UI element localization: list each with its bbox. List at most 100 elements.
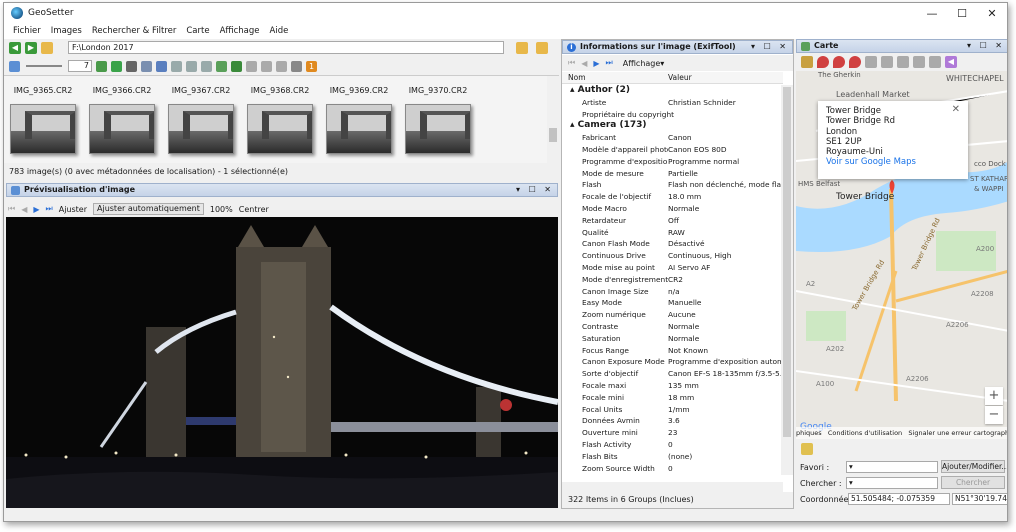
sort-icon[interactable] <box>126 60 137 72</box>
thumbnail-image[interactable] <box>405 104 471 154</box>
table-row[interactable]: Flash Flash non déclenché, mode flash fo <box>562 179 783 191</box>
pin-add-icon[interactable] <box>849 56 861 68</box>
table-row[interactable]: Mode de mesure Partielle <box>562 168 783 180</box>
forward-arrow-icon[interactable]: ▶ <box>25 42 37 54</box>
undo-icon[interactable] <box>246 60 257 72</box>
table-row[interactable]: Fabricant Canon <box>562 132 783 144</box>
table-row[interactable]: Focale maxi 135 mm <box>562 380 783 392</box>
table-row[interactable]: Ouverture mini 23 <box>562 427 783 439</box>
thumbnail-image[interactable] <box>247 104 313 154</box>
set-position-icon[interactable] <box>833 56 845 68</box>
maximize-button[interactable]: ☐ <box>947 3 977 23</box>
pin-remove-icon[interactable] <box>865 56 877 68</box>
view-menu-button[interactable]: Affichage <box>623 59 661 68</box>
back-arrow-icon[interactable]: ◀ <box>9 42 21 54</box>
column-name[interactable]: Nom <box>568 72 586 84</box>
thumbnail-image[interactable] <box>89 104 155 154</box>
table-row[interactable]: Zoom numérique Aucune <box>562 309 783 321</box>
group-header-author[interactable]: ▴ Author (2) <box>562 85 783 97</box>
search-zoom-out-icon[interactable] <box>929 56 941 68</box>
next-record-icon[interactable]: ▶ <box>593 59 599 68</box>
terms-link[interactable]: Conditions d'utilisation <box>828 429 902 437</box>
report-error-link[interactable]: Signaler une erreur cartographique <box>908 429 1007 437</box>
thumbnail-item[interactable]: IMG_9367.CR2 <box>164 76 238 164</box>
thumbnail-item[interactable]: IMG_9365.CR2 <box>6 76 80 164</box>
copy-icon[interactable] <box>171 60 182 72</box>
table-row[interactable]: Programme d'exposition Programme normal <box>562 156 783 168</box>
add-favorite-button[interactable]: Ajouter/Modifier... <box>941 460 1007 473</box>
thumbnail-item[interactable]: IMG_9369.CR2 <box>322 76 396 164</box>
redo-icon[interactable] <box>261 60 272 72</box>
save-icon[interactable] <box>276 60 287 72</box>
menu-file[interactable]: Fichier <box>8 26 46 36</box>
edit-data-icon[interactable] <box>156 60 167 72</box>
thumbnail-item[interactable]: IMG_9368.CR2 <box>243 76 317 164</box>
table-row[interactable]: Saturation Normale <box>562 333 783 345</box>
table-row[interactable]: Artiste Christian Schnider <box>562 97 783 109</box>
favorite-select[interactable]: ▾ <box>846 461 938 473</box>
table-row[interactable]: Flash Activity 0 <box>562 439 783 451</box>
collapse-icon[interactable]: ▴ <box>570 85 578 95</box>
google-maps-link[interactable]: Voir sur Google Maps <box>826 157 916 167</box>
zoom-out-button[interactable]: − <box>985 406 1003 424</box>
folder-icon[interactable] <box>41 42 53 54</box>
map-view[interactable]: WHITECHAPEL Leadenhall Market The Gherki… <box>796 71 1007 439</box>
table-row[interactable]: Focal Units 1/mm <box>562 404 783 416</box>
prev-image-icon[interactable]: ◀ <box>21 205 27 214</box>
thumbnail-image[interactable] <box>326 104 392 154</box>
thumbnail-size-slider[interactable] <box>26 65 62 67</box>
table-row[interactable]: Propriétaire du copyright <box>562 109 783 121</box>
coords-dms-field[interactable]: N51°30'19.74" <box>952 493 1007 505</box>
thumbnail-size-spinner[interactable]: 7 <box>68 60 92 72</box>
paste-special-icon[interactable] <box>201 60 212 72</box>
preview-image[interactable] <box>6 217 558 508</box>
table-row[interactable]: Qualité RAW <box>562 227 783 239</box>
pin-icon[interactable] <box>817 56 829 68</box>
folder-path-input[interactable]: F:\London 2017 <box>68 41 504 54</box>
sync-icon[interactable] <box>216 60 227 72</box>
auto-fit-button[interactable]: Ajuster automatiquement <box>93 203 204 215</box>
info-icon[interactable]: 1 <box>306 60 317 72</box>
table-row[interactable]: Focus Range Not Known <box>562 345 783 357</box>
favorites-folder-icon[interactable] <box>516 42 528 54</box>
table-row[interactable]: Retardateur Off <box>562 215 783 227</box>
recent-folder-icon[interactable] <box>536 42 548 54</box>
menu-help[interactable]: Aide <box>265 26 294 36</box>
menu-search-filter[interactable]: Rechercher & Filtrer <box>87 26 182 36</box>
thumbnail-image[interactable] <box>10 104 76 154</box>
center-button[interactable]: Centrer <box>239 205 269 214</box>
tools2-icon[interactable] <box>897 56 909 68</box>
pane-controls[interactable]: ▾ ☐ ✕ <box>967 40 1005 52</box>
refresh-icon[interactable] <box>111 60 122 72</box>
minimize-button[interactable]: — <box>917 3 947 23</box>
thumbnail-scrollbar[interactable] <box>547 76 559 163</box>
pane-controls[interactable]: ▾ ☐ ✕ <box>751 41 789 53</box>
collapse-icon[interactable]: ▴ <box>570 120 578 130</box>
menu-map[interactable]: Carte <box>181 26 214 36</box>
last-record-icon[interactable]: ⏭ <box>606 58 613 68</box>
table-row[interactable]: Modèle d'appareil photo Canon EOS 80D <box>562 144 783 156</box>
prev-record-icon[interactable]: ◀ <box>581 59 587 68</box>
table-row[interactable]: Mode mise au point AI Servo AF <box>562 262 783 274</box>
table-row[interactable]: Zoom Source Width 0 <box>562 463 783 475</box>
table-row[interactable]: Canon Exposure Mode Programme d'expositio… <box>562 356 783 368</box>
thumbnail-image[interactable] <box>168 104 234 154</box>
close-icon[interactable]: ✕ <box>952 104 960 115</box>
table-row[interactable]: Continuous Drive Continuous, High <box>562 250 783 262</box>
paste-icon[interactable] <box>186 60 197 72</box>
zoom-dropdown[interactable]: 100% <box>210 205 233 214</box>
map-type-icon[interactable] <box>801 56 813 68</box>
coords-field[interactable]: 51.505484; -0.075359 <box>848 493 950 505</box>
table-row[interactable]: Contraste Normale <box>562 321 783 333</box>
zoom-in-button[interactable]: + <box>985 387 1003 405</box>
first-record-icon[interactable]: ⏮ <box>568 58 575 68</box>
table-row[interactable]: Focale de l'objectif 18.0 mm <box>562 191 783 203</box>
table-row[interactable]: Flash Bits (none) <box>562 451 783 463</box>
filter-icon[interactable] <box>141 60 152 72</box>
view-mode-icon[interactable] <box>9 60 20 72</box>
table-row[interactable]: Easy Mode Manuelle <box>562 297 783 309</box>
tools-icon[interactable] <box>881 56 893 68</box>
info-hscrollbar[interactable] <box>562 482 783 492</box>
settings-icon[interactable] <box>291 60 302 72</box>
first-image-icon[interactable]: ⏮ <box>8 204 15 214</box>
